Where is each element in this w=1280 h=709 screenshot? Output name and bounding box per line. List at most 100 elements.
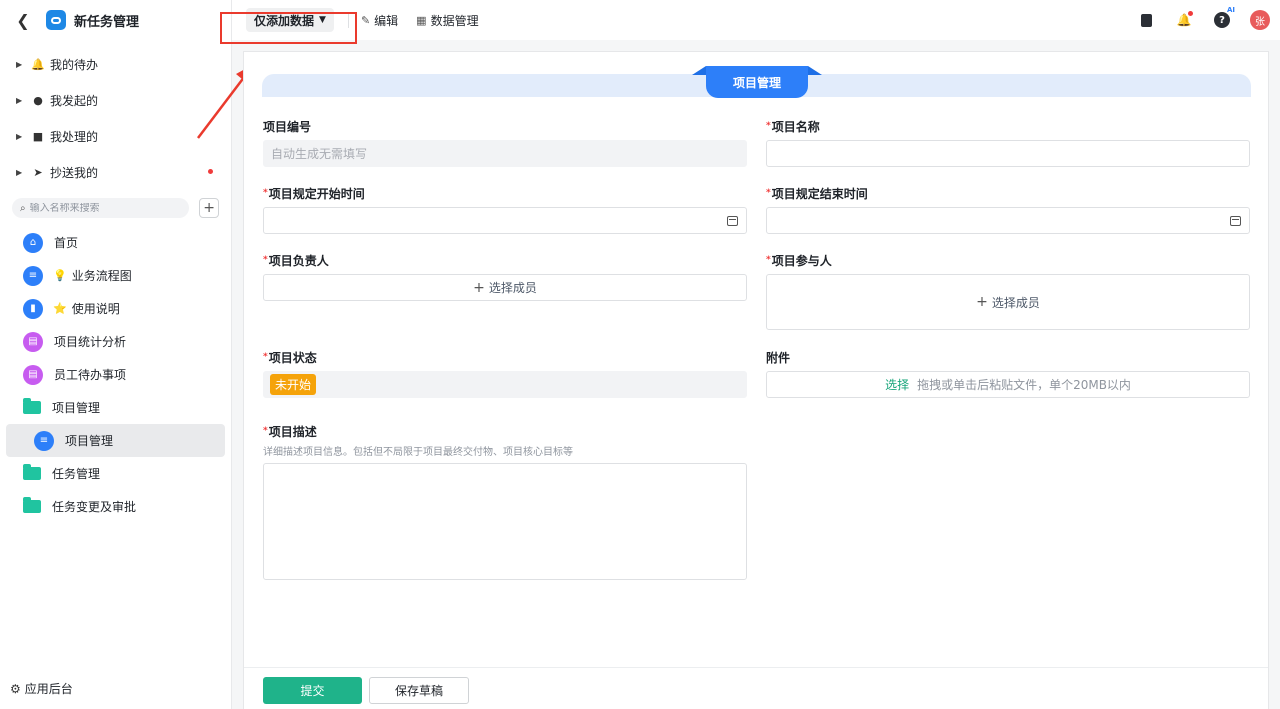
form-footer: 提交 保存草稿	[244, 667, 1268, 709]
field-label: * 项目名称	[766, 119, 820, 134]
project-no-input: 自动生成无需填写	[263, 140, 747, 167]
nav-item-stats[interactable]: ▤ 项目统计分析	[6, 325, 225, 358]
caret-right-icon[interactable]: ▶	[16, 96, 24, 105]
nav-folder-project[interactable]: 项目管理	[6, 391, 225, 424]
field-label: * 项目状态	[263, 350, 317, 365]
nav-item-project-management[interactable]: ≡ 项目管理	[6, 424, 225, 457]
attachment-dropzone[interactable]: 选择 拖拽或单击后粘贴文件，单个20MB以内	[766, 371, 1250, 398]
field-label: * 项目规定开始时间	[263, 186, 365, 201]
field-status: * 项目状态 未开始	[263, 349, 747, 398]
plus-icon: +	[976, 294, 988, 310]
search-input[interactable]	[29, 202, 170, 214]
nav-item-label: 员工待办事项	[54, 368, 127, 382]
tab-wing-right	[808, 66, 822, 75]
project-no-placeholder: 自动生成无需填写	[271, 147, 368, 161]
field-attachment: 附件 选择 拖拽或单击后粘贴文件，单个20MB以内	[766, 349, 1250, 398]
nav-item-label: 使用说明	[71, 302, 120, 316]
field-project-no: 项目编号 自动生成无需填写	[263, 118, 747, 167]
save-draft-button[interactable]: 保存草稿	[369, 677, 469, 704]
back-arrow-icon[interactable]: ❮	[14, 11, 32, 30]
end-time-input[interactable]	[766, 207, 1250, 234]
description-textarea[interactable]	[263, 463, 747, 580]
attachment-hint: 拖拽或单击后粘贴文件，单个20MB以内	[917, 378, 1131, 392]
start-time-input[interactable]	[263, 207, 747, 234]
inbox-icon: ■	[32, 129, 44, 143]
plus-icon: +	[473, 279, 485, 296]
caret-right-icon[interactable]: ▶	[16, 60, 24, 69]
field-label: 附件	[766, 350, 791, 365]
doc-icon: ≡	[23, 265, 43, 286]
calendar-icon[interactable]	[1230, 215, 1241, 226]
field-label: 项目编号	[263, 119, 312, 134]
bookmark-icon: ▮	[23, 298, 43, 319]
backstage-link[interactable]: ⚙ 应用后台	[10, 680, 73, 697]
folder-icon	[23, 497, 41, 513]
edit-label: 编辑	[374, 13, 399, 28]
nav-item-label: 项目统计分析	[54, 335, 127, 349]
table-icon: ▦	[416, 13, 427, 27]
section-tab: 项目管理	[692, 66, 822, 98]
quick-item-label: 我的待办	[50, 57, 99, 72]
caret-right-icon[interactable]: ▶	[16, 168, 24, 177]
nav-folder-task-change[interactable]: 任务变更及审批	[6, 490, 225, 523]
field-project-name: * 项目名称	[766, 118, 1250, 167]
edit-button[interactable]: ✎ 编辑	[361, 12, 398, 29]
nav-folder-task[interactable]: 任务管理	[6, 457, 225, 490]
tab-wing-left	[692, 66, 706, 75]
search-box[interactable]: ⌕	[12, 198, 190, 218]
avatar[interactable]: 张	[1250, 10, 1270, 30]
home-icon: ⌂	[23, 232, 43, 253]
quick-item-label: 抄送我的	[50, 165, 99, 180]
participants-select-label: 选择成员	[991, 295, 1040, 310]
pencil-icon: ✎	[360, 13, 371, 27]
nav-item-label: 任务管理	[52, 467, 101, 481]
nav-item-label: 项目管理	[65, 434, 114, 448]
participants-select-button[interactable]: + 选择成员	[766, 274, 1250, 330]
attachment-select-link[interactable]: 选择	[885, 376, 909, 393]
nav-item-flowchart[interactable]: ≡ 💡 业务流程图	[6, 259, 225, 292]
field-label: * 项目描述	[263, 424, 317, 439]
caret-right-icon[interactable]: ▶	[16, 132, 24, 141]
nav-item-label: 项目管理	[52, 401, 101, 415]
help-icon[interactable]: ? AI	[1212, 6, 1235, 30]
quick-item-label: 我发起的	[50, 93, 99, 108]
search-row: ⌕ +	[0, 190, 231, 220]
nav-item-guide[interactable]: ▮ ⭐ 使用说明	[6, 292, 225, 325]
book-icon[interactable]	[1136, 10, 1156, 30]
quick-item-todo[interactable]: ▶ 🔔 我的待办	[0, 46, 231, 82]
data-manage-label: 数据管理	[430, 13, 479, 28]
nav-item-label: 业务流程图	[71, 269, 132, 283]
backstage-label: 应用后台	[24, 682, 73, 696]
bell-icon[interactable]: 🔔	[1174, 10, 1194, 30]
unread-dot	[208, 169, 213, 174]
top-bar: 仅添加数据 ▼ ✎ 编辑 ▦ 数据管理 🔔 ? AI 张	[220, 0, 1280, 44]
status-field[interactable]: 未开始	[263, 371, 747, 398]
add-button[interactable]: +	[199, 198, 219, 218]
quick-item-handled[interactable]: ▶ ■ 我处理的	[0, 118, 231, 154]
ai-badge: AI	[1226, 6, 1235, 14]
field-start-time: * 项目规定开始时间	[263, 185, 747, 234]
bell-icon: 🔔	[31, 57, 45, 71]
app-header: ❮ 新任务管理	[0, 0, 231, 40]
quick-item-cc[interactable]: ▶ ➤ 抄送我的	[0, 154, 231, 190]
star-icon: ⭐	[53, 302, 67, 315]
field-label: * 项目规定结束时间	[766, 186, 868, 201]
field-label: * 项目参与人	[766, 253, 832, 268]
quick-item-initiated[interactable]: ▶ ● 我发起的	[0, 82, 231, 118]
app-logo-icon	[46, 10, 66, 30]
data-manage-button[interactable]: ▦ 数据管理	[416, 12, 478, 29]
project-name-input[interactable]	[766, 140, 1250, 167]
submit-button[interactable]: 提交	[263, 677, 362, 704]
chart-icon: ▤	[23, 331, 43, 352]
status-badge: 未开始	[270, 374, 317, 395]
nav-item-home[interactable]: ⌂ 首页	[6, 226, 225, 259]
sidebar: ❮ 新任务管理 ▶ 🔔 我的待办 ▶ ● 我发起的 ▶ ■ 我处理的 ▶ ➤ 抄…	[0, 0, 232, 709]
nav-item-employee-todo[interactable]: ▤ 员工待办事项	[6, 358, 225, 391]
folder-icon	[23, 398, 41, 414]
send-icon: ➤	[33, 165, 43, 179]
owner-select-button[interactable]: + 选择成员	[263, 274, 747, 301]
folder-icon	[23, 464, 41, 480]
calendar-icon[interactable]	[727, 215, 738, 226]
quick-item-label: 我处理的	[50, 129, 99, 144]
section-title: 项目管理	[706, 66, 808, 98]
